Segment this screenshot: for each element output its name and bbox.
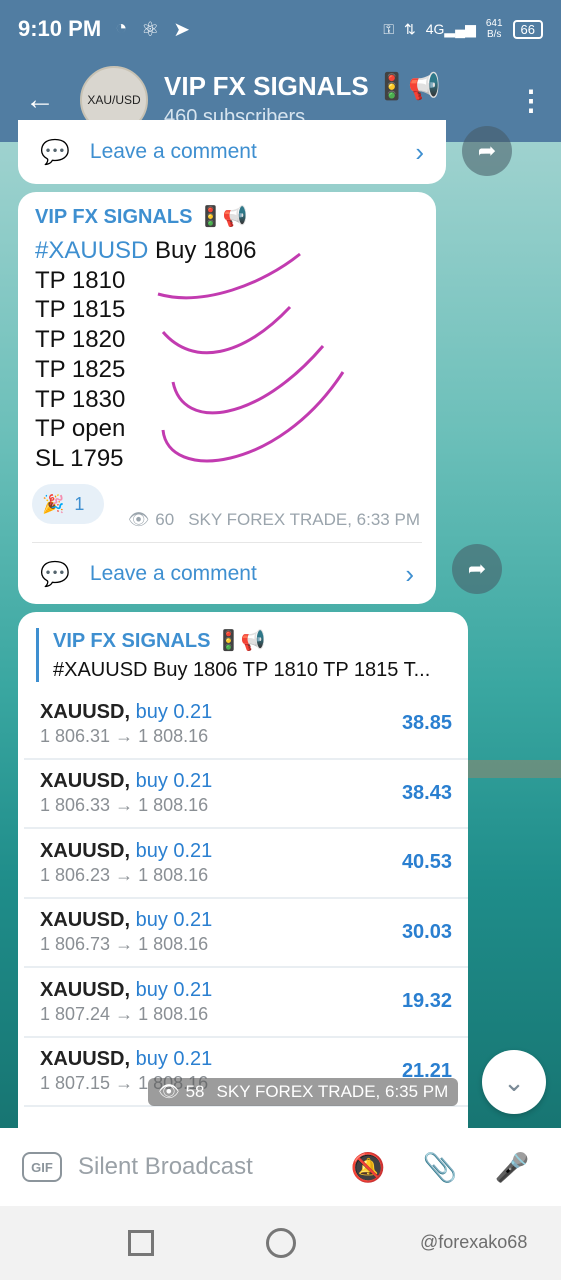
battery-icon: 66 [512, 19, 543, 39]
chevron-right-icon: › [415, 136, 424, 167]
leave-comment-label: Leave a comment [89, 562, 257, 585]
signal-message-card: VIP FX SIGNALS 🚦📢 #XAUUSD Buy 1806 TP 18… [18, 192, 436, 604]
message-input[interactable]: Silent Broadcast [78, 1153, 323, 1181]
trade-prices: 1 806.23 → 1 808.16 [40, 864, 209, 885]
atom-icon: ⚛ [141, 18, 160, 41]
share-icon[interactable]: ➦ [452, 544, 502, 594]
data-arrows-icon: ⇅ [403, 20, 416, 37]
trade-prices: 1 806.73 → 1 808.16 [40, 934, 209, 955]
signal-icon: 4G▂▄▆ [425, 20, 476, 37]
reply-quote[interactable]: VIP FX SIGNALS 🚦📢 #XAUUSD Buy 1806 TP 18… [36, 628, 456, 682]
reply-text: #XAUUSD Buy 1806 TP 1810 TP 1815 T... [53, 659, 431, 681]
microphone-icon[interactable]: 🎤 [485, 1151, 539, 1184]
key-icon: ⚿ [383, 20, 394, 37]
trade-list: XAUUSD, buy 0.21 1 806.31 → 1 808.16 38.… [24, 690, 468, 1107]
status-notification-icons: ◔ ⚛ ➤ [115, 17, 190, 42]
speed-unit: B/s [486, 29, 502, 40]
trade-profit: 38.43 [401, 781, 452, 804]
chevron-down-icon[interactable]: ⌄ [482, 1050, 546, 1114]
trade-direction: buy 0.21 [135, 909, 213, 932]
trade-row: XAUUSD, buy 0.21 1 807.24 → 1 808.16 19.… [24, 968, 468, 1038]
status-right: ⚿ ⇅ 4G▂▄▆ 641 B/s 66 [383, 18, 543, 40]
trade-symbol: XAUUSD, [40, 770, 131, 793]
app-notification-icon: ◔ [115, 16, 128, 39]
trade-prices: 1 807.24 → 1 808.16 [40, 1003, 209, 1024]
paperclip-icon[interactable]: 📎 [413, 1151, 467, 1184]
trade-results-card: VIP FX SIGNALS 🚦📢 #XAUUSD Buy 1806 TP 18… [18, 612, 468, 1132]
trade-profit: 30.03 [401, 920, 452, 943]
checkmark-stroke [161, 305, 292, 355]
trade-direction: buy 0.21 [135, 839, 213, 862]
network-speed: 641 B/s [486, 18, 503, 40]
input-bar: GIF Silent Broadcast 🔕 📎 🎤 [0, 1128, 561, 1206]
checkmark-stroke [171, 345, 325, 415]
avatar-label: XAU/USD [87, 93, 141, 107]
trade-symbol: XAUUSD, [40, 839, 131, 862]
message-meta: 👁 60 SKY FOREX TRADE, 6:33 PM [128, 510, 420, 530]
trade-row: XAUUSD, buy 0.21 1 806.33 → 1 808.16 38.… [24, 760, 468, 829]
party-popper-icon: 🎉 [42, 493, 65, 514]
trade-profit: 38.85 [401, 712, 452, 735]
leave-comment-label: Leave a comment [89, 140, 257, 163]
channel-title: VIP FX SIGNALS 🚦📢 [164, 71, 441, 101]
message-signature: SKY FOREX TRADE, 6:33 PM [188, 510, 420, 529]
trade-direction: buy 0.21 [135, 770, 213, 793]
reaction-pill[interactable]: 🎉 1 [32, 484, 104, 524]
eye-icon: 👁 [158, 1082, 180, 1101]
leave-comment-button[interactable]: 💬 Leave a comment › [18, 542, 436, 606]
trade-message-meta: 👁 58 SKY FOREX TRADE, 6:35 PM [148, 1078, 459, 1106]
watermark: @forexako68 [420, 1232, 528, 1252]
trade-direction: buy 0.21 [135, 1048, 213, 1071]
previous-message-card: 💬 Leave a comment › [18, 120, 446, 184]
network-type: 4G [425, 20, 445, 37]
status-bar: 9:10 PM ◔ ⚛ ➤ ⚿ ⇅ 4G▂▄▆ 641 B/s 66 [0, 0, 561, 58]
checkmark-stroke [161, 371, 345, 463]
hand-drawn-checkmarks [157, 252, 345, 463]
reaction-count: 1 [74, 493, 85, 514]
trade-profit: 40.53 [401, 851, 452, 874]
trade-prices: 1 806.33 → 1 808.16 [40, 795, 209, 816]
trade-direction: buy 0.21 [135, 978, 213, 1001]
system-nav-bar: @forexako68 [0, 1206, 561, 1280]
trade-symbol: XAUUSD, [40, 909, 131, 932]
speed-value: 641 [485, 18, 503, 29]
leave-comment-button[interactable]: 💬 Leave a comment › [18, 120, 446, 184]
status-time: 9:10 PM [18, 16, 102, 41]
view-count: 60 [155, 510, 175, 529]
trade-prices: 1 806.31 → 1 808.16 [40, 725, 209, 746]
eye-icon: 👁 [127, 510, 150, 529]
chevron-right-icon: › [405, 558, 414, 589]
share-icon[interactable]: ➦ [462, 126, 512, 176]
home-button[interactable] [266, 1228, 296, 1258]
trade-symbol: XAUUSD, [40, 700, 131, 723]
reply-channel-name: VIP FX SIGNALS 🚦📢 [53, 630, 266, 652]
trade-profit: 19.32 [401, 990, 452, 1013]
trade-row: XAUUSD, buy 0.21 1 806.23 → 1 808.16 40.… [24, 829, 468, 899]
checkmark-stroke [157, 252, 301, 300]
message-signature: SKY FOREX TRADE, 6:35 PM [216, 1082, 449, 1101]
more-vertical-icon[interactable]: ⋮ [501, 84, 561, 117]
trade-row: XAUUSD, buy 0.21 1 806.31 → 1 808.16 38.… [24, 690, 468, 760]
trade-symbol: XAUUSD, [40, 978, 131, 1001]
trade-symbol: XAUUSD, [40, 1048, 131, 1071]
bell-off-icon[interactable]: 🔕 [341, 1151, 395, 1184]
battery-level: 66 [520, 21, 535, 37]
trade-direction: buy 0.21 [135, 700, 213, 723]
recents-button[interactable] [128, 1230, 154, 1256]
comment-bubble-icon: 💬 [40, 138, 70, 166]
gif-button[interactable]: GIF [22, 1152, 62, 1182]
view-count: 58 [185, 1082, 205, 1101]
comment-bubble-icon: 💬 [40, 560, 70, 588]
trade-row: XAUUSD, buy 0.21 1 806.73 → 1 808.16 30.… [24, 899, 468, 968]
telegram-icon: ➤ [173, 18, 190, 41]
